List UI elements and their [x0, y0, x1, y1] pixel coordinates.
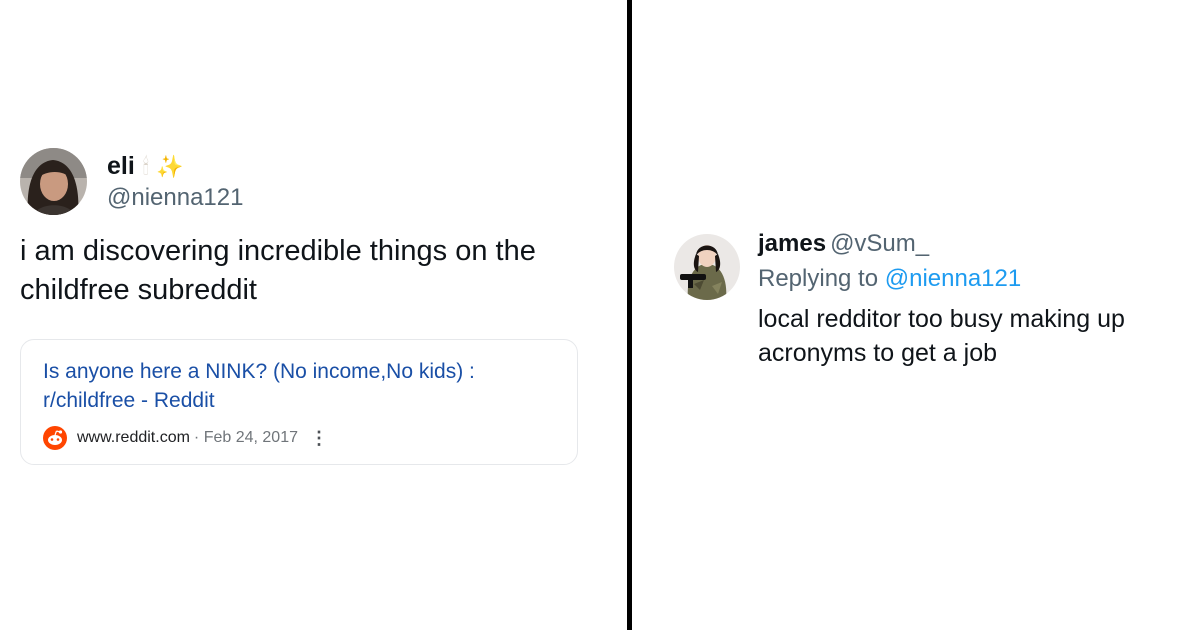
- panel-divider: [627, 0, 632, 630]
- sparkles-icon: ✨: [156, 155, 184, 180]
- tweet-text: i am discovering incredible things on th…: [20, 235, 536, 306]
- reply-text: local redditor too busy making up acrony…: [758, 305, 1125, 367]
- result-site: www.reddit.com: [77, 429, 190, 446]
- result-date: · Feb 24, 2017: [193, 429, 298, 446]
- mention-link[interactable]: @nienna121: [885, 265, 1021, 292]
- avatar[interactable]: [674, 234, 740, 300]
- user-handle[interactable]: @nienna121: [107, 184, 243, 212]
- name-emoji: 🕯 ✨: [143, 155, 184, 180]
- replying-to: Replying to @nienna121: [758, 265, 1021, 293]
- result-title-link[interactable]: Is anyone here a NINK? (No income,No kid…: [43, 357, 543, 415]
- avatar[interactable]: [20, 148, 87, 215]
- candle-icon: 🕯: [142, 155, 150, 180]
- reply-author[interactable]: james @vSum_: [758, 230, 929, 258]
- reply-user-handle: @vSum_: [830, 230, 930, 257]
- replying-to-label: Replying to: [758, 265, 879, 292]
- more-options-icon[interactable]: ⋮: [310, 428, 328, 449]
- search-result-card[interactable]: Is anyone here a NINK? (No income,No kid…: [20, 339, 578, 465]
- display-name[interactable]: eli 🕯 ✨: [107, 152, 183, 181]
- reddit-icon: [43, 426, 67, 450]
- display-name-text: eli: [107, 152, 135, 180]
- avatar-photo: [20, 148, 87, 215]
- reply-display-name: james: [758, 230, 827, 257]
- result-meta: www.reddit.com · Feb 24, 2017 ⋮: [43, 426, 328, 450]
- avatar-photo: [674, 234, 740, 300]
